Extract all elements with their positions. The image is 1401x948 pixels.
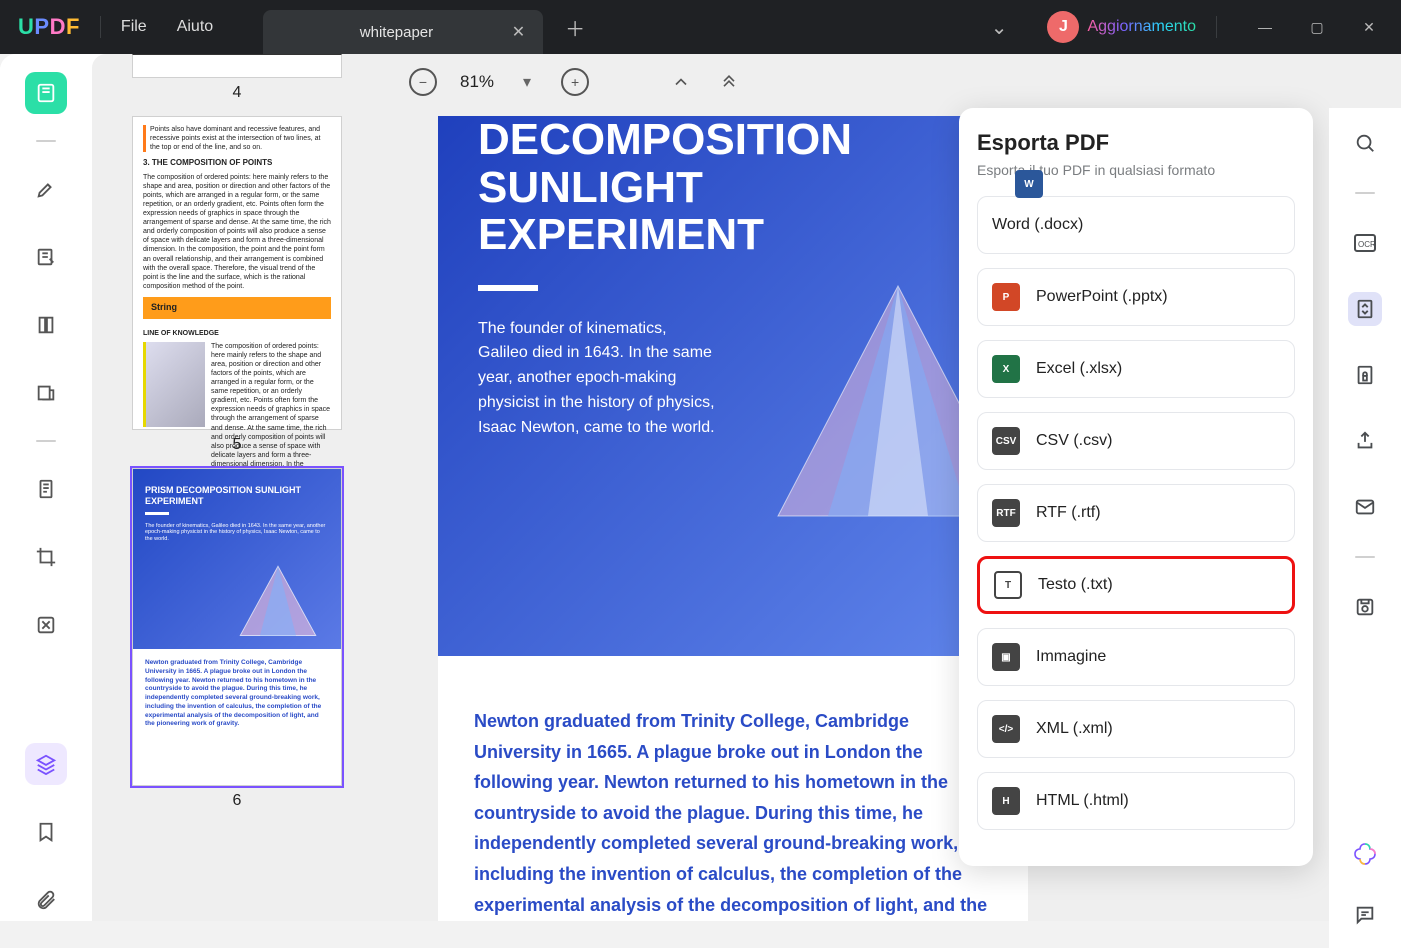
chevron-down-icon[interactable]: ⌄ bbox=[991, 15, 1008, 40]
reader-tool[interactable] bbox=[25, 72, 67, 114]
new-tab-button[interactable]: ＋ bbox=[565, 13, 585, 42]
page-up-button[interactable] bbox=[666, 67, 696, 97]
right-toolbar: OCR bbox=[1329, 108, 1401, 948]
thumbnail-page-5[interactable]: Points also have dominant and recessive … bbox=[132, 116, 342, 430]
minimize-button[interactable]: — bbox=[1241, 7, 1289, 47]
thumbnail-page-6[interactable]: PRISM DECOMPOSITION SUNLIGHT EXPERIMENT … bbox=[132, 468, 342, 786]
highlight-tool[interactable] bbox=[25, 168, 67, 210]
page-view[interactable]: DECOMPOSITION SUNLIGHT EXPERIMENT The fo… bbox=[438, 116, 1028, 921]
protect-button[interactable] bbox=[1348, 358, 1382, 392]
redact-tool[interactable] bbox=[25, 604, 67, 646]
layers-tool[interactable] bbox=[25, 743, 67, 785]
export-excel[interactable]: XExcel (.xlsx) bbox=[977, 340, 1295, 398]
export-title: Esporta PDF bbox=[977, 130, 1295, 156]
export-csv[interactable]: CSVCSV (.csv) bbox=[977, 412, 1295, 470]
update-label[interactable]: Aggiornamento bbox=[1087, 18, 1196, 36]
export-html[interactable]: HHTML (.html) bbox=[977, 772, 1295, 830]
export-image[interactable]: ▣Immagine bbox=[977, 628, 1295, 686]
zoom-in-button[interactable]: + bbox=[560, 67, 590, 97]
ocr-button[interactable]: OCR bbox=[1348, 226, 1382, 260]
app-logo: UPDF bbox=[18, 14, 80, 40]
page-number-4: 4 bbox=[233, 84, 242, 102]
page-body: Newton graduated from Trinity College, C… bbox=[438, 656, 1028, 921]
prism-icon bbox=[233, 559, 323, 649]
thumbnail-page-4[interactable] bbox=[132, 54, 342, 78]
page-lede: The founder of kinematics, Galileo died … bbox=[478, 317, 718, 441]
document-tab[interactable]: whitepaper ✕ bbox=[263, 10, 543, 54]
zoom-dropdown[interactable]: ▾ bbox=[512, 67, 542, 97]
close-icon[interactable]: ✕ bbox=[512, 22, 525, 42]
export-word[interactable]: WWord (.docx) bbox=[977, 196, 1295, 254]
avatar[interactable]: J bbox=[1047, 11, 1079, 43]
search-button[interactable] bbox=[1348, 126, 1382, 160]
left-toolbar bbox=[0, 54, 92, 921]
comments-button[interactable] bbox=[1348, 898, 1382, 932]
save-button[interactable] bbox=[1348, 590, 1382, 624]
page-number-6: 6 bbox=[233, 792, 242, 810]
titlebar: UPDF File Aiuto whitepaper ✕ ＋ ⌄ J Aggio… bbox=[0, 0, 1401, 54]
page-top-button[interactable] bbox=[714, 67, 744, 97]
edit-text-tool[interactable] bbox=[25, 236, 67, 278]
convert-button[interactable] bbox=[1348, 292, 1382, 326]
export-panel: Esporta PDF Esporta il tuo PDF in qualsi… bbox=[959, 108, 1313, 866]
menu-help[interactable]: Aiuto bbox=[177, 18, 213, 36]
page-number-5: 5 bbox=[233, 436, 242, 454]
organize-tool[interactable] bbox=[25, 372, 67, 414]
view-toolbar: − 81% ▾ + bbox=[382, 54, 1401, 110]
attachment-tool[interactable] bbox=[25, 879, 67, 921]
zoom-out-button[interactable]: − bbox=[408, 67, 438, 97]
crop-tool[interactable] bbox=[25, 536, 67, 578]
export-powerpoint[interactable]: PPowerPoint (.pptx) bbox=[977, 268, 1295, 326]
share-button[interactable] bbox=[1348, 424, 1382, 458]
menu-file[interactable]: File bbox=[121, 18, 147, 36]
thumbnail-panel: 4 Points also have dominant and recessiv… bbox=[92, 54, 382, 921]
email-button[interactable] bbox=[1348, 490, 1382, 524]
export-xml[interactable]: </>XML (.xml) bbox=[977, 700, 1295, 758]
page-tool[interactable] bbox=[25, 304, 67, 346]
ai-assistant-button[interactable] bbox=[1348, 836, 1382, 870]
export-text[interactable]: TTesto (.txt) bbox=[977, 556, 1295, 614]
tab-title: whitepaper bbox=[281, 24, 512, 41]
forms-tool[interactable] bbox=[25, 468, 67, 510]
bookmark-tool[interactable] bbox=[25, 811, 67, 853]
svg-text:OCR: OCR bbox=[1358, 240, 1376, 249]
zoom-level[interactable]: 81% bbox=[460, 72, 494, 92]
export-rtf[interactable]: RTFRTF (.rtf) bbox=[977, 484, 1295, 542]
close-window-button[interactable]: ✕ bbox=[1345, 7, 1393, 47]
maximize-button[interactable]: ▢ bbox=[1293, 7, 1341, 47]
